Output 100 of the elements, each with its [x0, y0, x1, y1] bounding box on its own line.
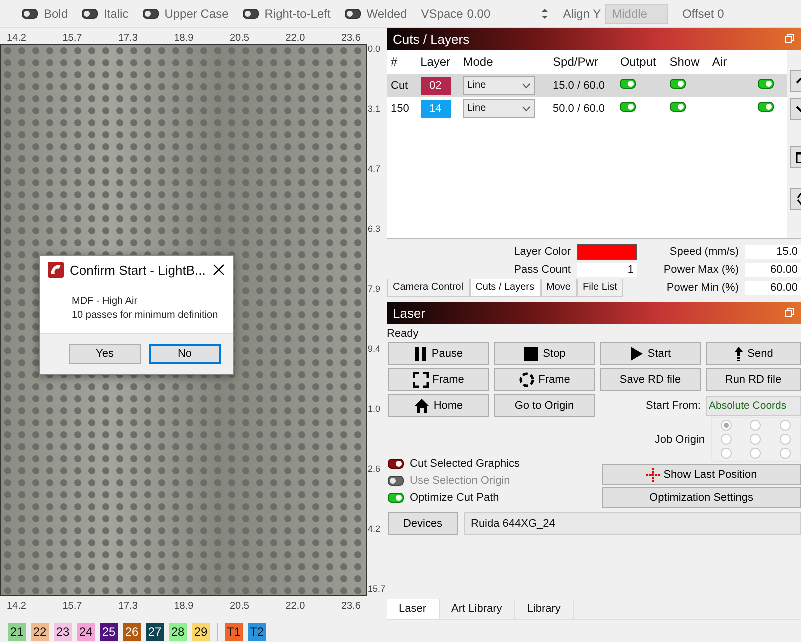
- table-cell: Cut: [387, 74, 417, 97]
- dialog-message: MDF - High Air: [72, 296, 139, 307]
- toggle-label: Right-to-Left: [264, 6, 331, 20]
- radio-button[interactable]: [750, 434, 762, 445]
- option-label: Cut Selected Graphics: [410, 458, 520, 470]
- panel-tab[interactable]: Camera Control: [387, 279, 470, 297]
- panel-tab[interactable]: Library: [515, 599, 574, 619]
- table-cell: 15.0 / 60.0: [549, 74, 616, 97]
- device-dropdown[interactable]: Ruida 644XG_24: [464, 512, 801, 535]
- column-header: Output: [616, 50, 666, 74]
- power-min-label: Power Min (%): [666, 282, 739, 294]
- mode-dropdown[interactable]: Line: [463, 99, 536, 118]
- palette-swatch[interactable]: 25: [100, 623, 118, 641]
- laser-button[interactable]: Home: [388, 394, 489, 417]
- vspace-label: VSpace: [421, 6, 464, 20]
- ruler-label: 23.6: [342, 33, 361, 44]
- power-min-field[interactable]: 60.00: [745, 281, 801, 295]
- palette-swatch[interactable]: 21: [8, 623, 26, 641]
- laser-button[interactable]: Frame: [494, 368, 595, 391]
- column-header: Layer: [416, 50, 460, 74]
- toggle-switch[interactable]: [670, 79, 686, 89]
- toggle-switch[interactable]: [670, 102, 686, 112]
- ruler-label: 14.2: [7, 600, 26, 612]
- laser-button[interactable]: Pause: [388, 342, 489, 365]
- close-icon[interactable]: [213, 264, 225, 276]
- toggle-switch[interactable]: [142, 8, 159, 18]
- palette-swatch[interactable]: 23: [54, 623, 72, 641]
- dialog-button[interactable]: No: [149, 344, 221, 364]
- radio-button[interactable]: [721, 448, 732, 459]
- ruler-label: 0.0: [368, 44, 382, 54]
- app-logo-icon: [48, 262, 64, 278]
- toggle-switch[interactable]: [758, 79, 774, 89]
- laser-button[interactable]: Go to Origin: [494, 394, 595, 417]
- toggle-label: Welded: [366, 6, 408, 20]
- ruler-label: 4.7: [368, 164, 382, 174]
- panel-tab[interactable]: File List: [576, 279, 624, 297]
- play-icon: [630, 346, 644, 362]
- dialog-button[interactable]: Yes: [69, 344, 141, 364]
- radio-button[interactable]: [780, 448, 791, 459]
- table-cell: 150: [387, 97, 417, 120]
- laser-button[interactable]: Start: [600, 342, 701, 365]
- radio-button[interactable]: [780, 434, 791, 445]
- laser-button[interactable]: Send: [706, 342, 801, 365]
- laser-button[interactable]: Frame: [388, 368, 489, 391]
- radio-button[interactable]: [721, 420, 732, 431]
- mode-dropdown[interactable]: Line: [463, 76, 536, 95]
- palette-swatch[interactable]: T1: [225, 623, 243, 641]
- pass-count-field[interactable]: 1: [577, 263, 637, 277]
- laser-button[interactable]: Run RD file: [706, 368, 801, 391]
- layer-color-label: Layer Color: [513, 246, 571, 258]
- toggle-label: Upper Case: [164, 6, 229, 20]
- radio-button[interactable]: [750, 420, 762, 431]
- radio-button[interactable]: [780, 420, 791, 431]
- restore-window-icon[interactable]: [785, 308, 795, 318]
- dialog-message: 10 passes for minimum definition: [72, 310, 220, 321]
- toggle-switch[interactable]: [388, 459, 404, 469]
- radio-button[interactable]: [721, 434, 732, 445]
- ruler-label: 2.6: [368, 464, 382, 474]
- start-from-dropdown[interactable]: Absolute Coords: [706, 396, 801, 416]
- power-max-field[interactable]: 60.00: [745, 263, 801, 277]
- frame-icon: [412, 372, 429, 388]
- ruler-label: 18.9: [174, 600, 194, 612]
- toggle-switch[interactable]: [22, 8, 38, 18]
- panel-tab[interactable]: Move: [540, 279, 577, 297]
- toggle-switch[interactable]: [388, 493, 404, 503]
- palette-swatch[interactable]: 26: [123, 623, 141, 641]
- palette-swatch[interactable]: 24: [77, 623, 95, 641]
- toggle-switch[interactable]: [620, 102, 636, 112]
- laser-button[interactable]: Save RD file: [600, 368, 701, 391]
- toggle-switch[interactable]: [242, 8, 259, 18]
- layer-swatch: 14: [420, 100, 451, 118]
- laser-button[interactable]: Stop: [494, 342, 595, 365]
- toggle-switch[interactable]: [82, 8, 98, 18]
- toggle-switch[interactable]: [344, 8, 361, 18]
- ruler-label: 20.5: [230, 33, 250, 44]
- layer-color-swatch[interactable]: [577, 244, 637, 260]
- palette-swatch[interactable]: 29: [192, 623, 210, 641]
- table-cell: 50.0 / 60.0: [549, 97, 616, 120]
- panel-tab[interactable]: Laser: [387, 599, 440, 619]
- panel-tab[interactable]: Cuts / Layers: [470, 279, 541, 297]
- restore-window-icon[interactable]: [785, 34, 795, 44]
- speed-field[interactable]: 15.0: [745, 245, 801, 259]
- dashed-circle-icon: [518, 372, 535, 388]
- devices-button[interactable]: Devices: [388, 512, 458, 535]
- vspace-field[interactable]: 0.00: [467, 6, 538, 20]
- palette-swatch[interactable]: 27: [146, 623, 164, 641]
- toggle-switch[interactable]: [758, 102, 774, 112]
- toggle-switch[interactable]: [620, 79, 636, 89]
- palette-swatch[interactable]: 22: [31, 623, 49, 641]
- palette-swatch[interactable]: 28: [169, 623, 187, 641]
- offset-field[interactable]: Offset 0: [682, 6, 801, 20]
- pause-icon: [414, 346, 428, 362]
- optimization-settings-button[interactable]: Optimization Settings: [602, 487, 801, 508]
- caret-down-icon: [522, 106, 532, 112]
- spin-arrows-icon[interactable]: [541, 6, 550, 20]
- panel-tab[interactable]: Art Library: [440, 599, 516, 619]
- radio-button[interactable]: [750, 448, 762, 459]
- show-last-position-button[interactable]: Show Last Position: [602, 464, 801, 485]
- palette-swatch[interactable]: T2: [248, 623, 266, 641]
- crosshair-icon: [646, 468, 660, 482]
